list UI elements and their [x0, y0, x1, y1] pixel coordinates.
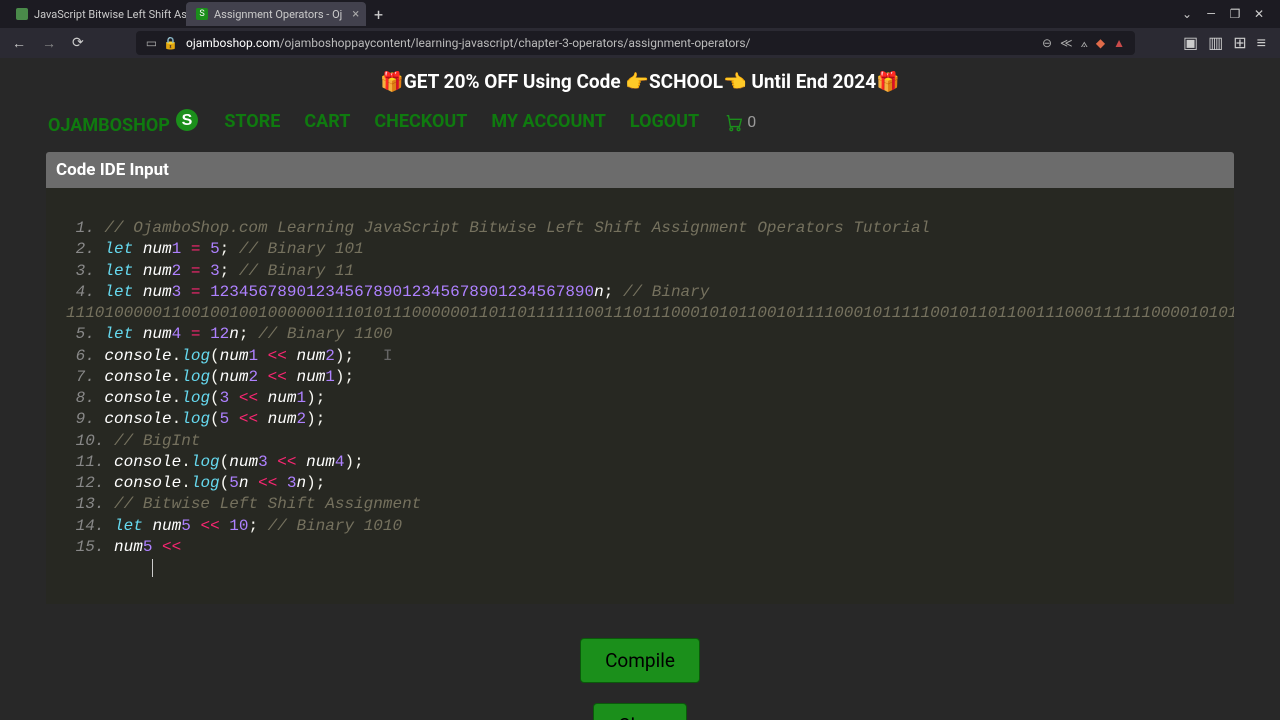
ide-header: Code IDE Input — [46, 152, 1234, 188]
nav-cart[interactable]: CART — [304, 111, 350, 132]
code-editor[interactable]: 1. // OjamboShop.com Learning JavaScript… — [46, 188, 1234, 604]
forward-button: → — [38, 33, 60, 54]
tab-favicon-icon: S — [196, 8, 208, 20]
menu-icon[interactable]: ≡ — [1257, 33, 1266, 53]
close-window-icon[interactable]: ✕ — [1252, 7, 1266, 21]
rss-icon[interactable]: ⟑ — [1081, 36, 1088, 51]
zoom-icon[interactable]: ⊖ — [1042, 36, 1052, 50]
shield-icon[interactable]: ◆ — [1096, 36, 1105, 50]
cart-icon[interactable]: 0 — [723, 112, 756, 132]
url-text: ojamboshop.com/ojamboshoppaycontent/lear… — [186, 36, 750, 50]
maximize-icon[interactable]: ❐ — [1228, 7, 1242, 21]
tab-bar: JavaScript Bitwise Left Shift Ass S Assi… — [0, 0, 1280, 28]
page-content: 🎁GET 20% OFF Using Code 👉SCHOOL👈 Until E… — [0, 58, 1280, 720]
extensions-icon[interactable]: ⊞ — [1233, 33, 1246, 53]
ide-container: Code IDE Input 1. // OjamboShop.com Lear… — [46, 152, 1234, 604]
address-bar[interactable]: ▭ 🔒 ojamboshop.com/ojamboshoppaycontent/… — [136, 31, 1135, 55]
svg-text:S: S — [182, 112, 193, 129]
minimize-icon[interactable]: — — [1204, 7, 1218, 21]
browser-toolbar: ← → ⟳ ▭ 🔒 ojamboshop.com/ojamboshoppayco… — [0, 28, 1280, 58]
reload-button[interactable]: ⟳ — [68, 33, 88, 53]
text-cursor-icon: I — [383, 347, 393, 365]
reader-icon[interactable]: ▭ — [146, 36, 157, 50]
window-controls: ⌄ — ❐ ✕ — [1180, 7, 1274, 21]
tab-title: Assignment Operators - Oj — [214, 8, 342, 21]
main-nav: OJAMBOSHOP S STORE CART CHECKOUT MY ACCO… — [0, 99, 1280, 152]
compile-button[interactable]: Compile — [580, 638, 700, 683]
share-icon[interactable]: ≪ — [1060, 36, 1073, 50]
close-icon[interactable]: × — [352, 7, 359, 22]
browser-tab-active[interactable]: S Assignment Operators - Oj × — [186, 2, 366, 26]
chevron-down-icon[interactable]: ⌄ — [1180, 7, 1194, 21]
ext-icon[interactable]: ▲ — [1113, 36, 1125, 50]
browser-chrome: JavaScript Bitwise Left Shift Ass S Assi… — [0, 0, 1280, 58]
nav-logout[interactable]: LOGOUT — [630, 111, 699, 132]
cart-count: 0 — [747, 112, 756, 131]
nav-myaccount[interactable]: MY ACCOUNT — [491, 111, 606, 132]
promo-banner: 🎁GET 20% OFF Using Code 👉SCHOOL👈 Until E… — [0, 58, 1280, 99]
nav-store[interactable]: STORE — [224, 111, 280, 132]
logo-icon: S — [174, 107, 200, 133]
ide-buttons: Compile Clear — [0, 616, 1280, 720]
new-tab-button[interactable]: + — [366, 5, 391, 24]
clear-button[interactable]: Clear — [593, 703, 687, 720]
lock-icon[interactable]: 🔒 — [163, 36, 178, 50]
sidebar-icon[interactable]: ▣ — [1183, 33, 1198, 53]
nav-brand[interactable]: OJAMBOSHOP S — [48, 107, 200, 136]
tab-title: JavaScript Bitwise Left Shift Ass — [34, 8, 186, 21]
panel-icon[interactable]: ▥ — [1208, 33, 1223, 53]
nav-checkout[interactable]: CHECKOUT — [374, 111, 467, 132]
tab-favicon-icon — [16, 8, 28, 20]
back-button[interactable]: ← — [8, 33, 30, 54]
url-security-icons: ▭ 🔒 — [146, 36, 178, 50]
browser-tab[interactable]: JavaScript Bitwise Left Shift Ass — [6, 2, 186, 26]
